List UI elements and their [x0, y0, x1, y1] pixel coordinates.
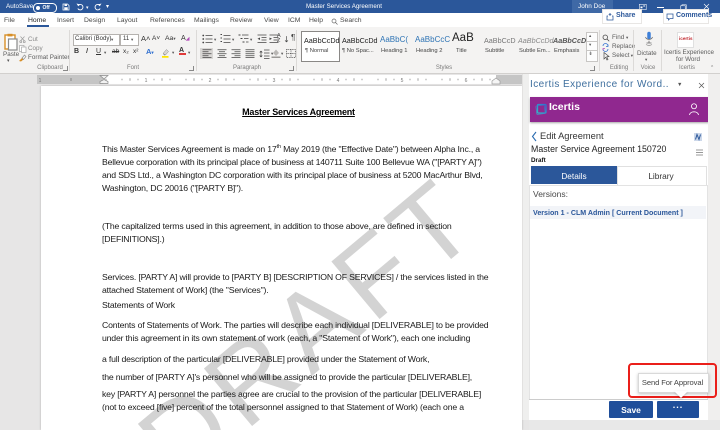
svg-text:6: 6 — [465, 78, 468, 84]
svg-text:5: 5 — [401, 78, 404, 84]
svg-text:2: 2 — [209, 78, 212, 84]
svg-text:4: 4 — [337, 78, 340, 84]
svg-text:3: 3 — [273, 78, 276, 84]
svg-text:1: 1 — [39, 78, 42, 84]
svg-text:1: 1 — [145, 78, 148, 84]
